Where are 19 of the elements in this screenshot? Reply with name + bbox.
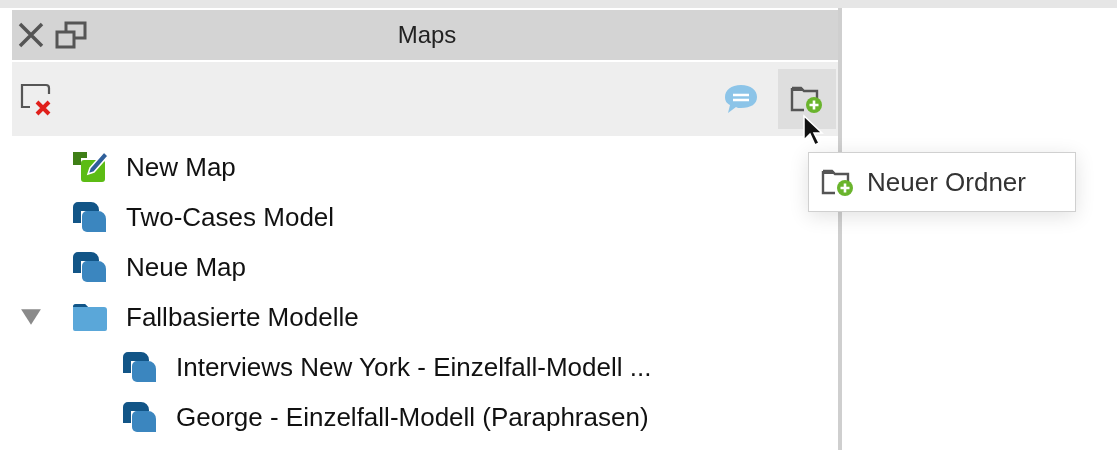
- new-folder-icon: [821, 167, 855, 197]
- new-folder-icon: [790, 84, 824, 114]
- tree-item[interactable]: Neue Map: [126, 251, 246, 283]
- tree-item[interactable]: George - Einzelfall-Modell (Paraphrasen): [176, 401, 649, 433]
- new-folder-button[interactable]: [778, 69, 836, 129]
- edit-map-icon: [72, 149, 108, 185]
- tree-item[interactable]: Two-Cases Model: [126, 201, 335, 233]
- disclosure-triangle-icon[interactable]: [20, 308, 42, 326]
- tree-item[interactable]: Fallbasierte Modelle: [126, 301, 359, 333]
- undock-icon[interactable]: [54, 20, 88, 50]
- tree-item[interactable]: Interviews New York - Einzelfall-Modell ...: [176, 351, 652, 383]
- map-icon: [122, 399, 158, 435]
- map-icon: [72, 199, 108, 235]
- tree-item[interactable]: New Map: [126, 151, 236, 183]
- panel-title: Maps: [396, 21, 458, 49]
- close-icon[interactable]: [16, 20, 46, 50]
- map-icon: [72, 249, 108, 285]
- map-icon: [122, 349, 158, 385]
- tooltip-text: Neuer Ordner: [867, 166, 1026, 198]
